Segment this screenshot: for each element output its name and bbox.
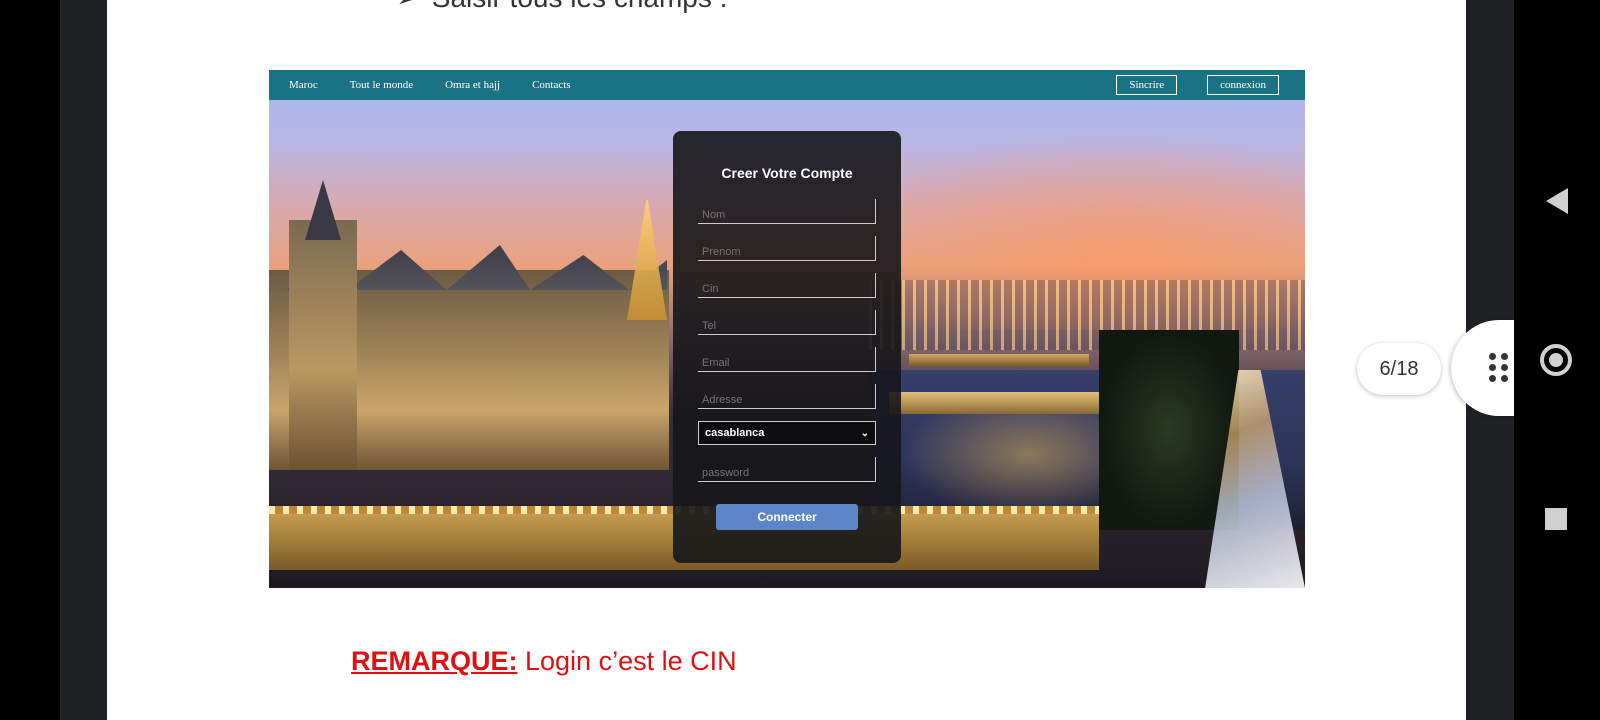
navbar-actions: Sincrire connexion <box>1116 75 1279 95</box>
remark-label: REMARQUE: <box>351 646 518 676</box>
cin-field[interactable] <box>698 273 876 298</box>
nav-link-tout-le-monde[interactable]: Tout le monde <box>350 79 413 91</box>
city-select-value: casablanca <box>705 427 765 439</box>
website-screenshot: Maroc Tout le monde Omra et hajj Contact… <box>269 70 1305 588</box>
drag-grip-icon <box>1489 353 1509 383</box>
adresse-field[interactable] <box>698 384 876 409</box>
nav-link-omra-hajj[interactable]: Omra et hajj <box>445 79 500 91</box>
document-page: ➢ Saisir tous les champs : Maroc Tout le … <box>107 0 1466 720</box>
city-select[interactable]: casablanca ⌄ <box>698 421 876 445</box>
recent-apps-icon[interactable] <box>1545 508 1567 530</box>
device-bezel-left <box>0 0 60 720</box>
signup-button[interactable]: Sincrire <box>1116 75 1178 95</box>
viewer-gutter-left <box>60 0 107 720</box>
remark-text: Login c’est le CIN <box>517 646 737 676</box>
back-icon[interactable] <box>1546 188 1568 214</box>
remark-note: REMARQUE: Login c’est le CIN <box>351 646 737 677</box>
connect-button[interactable]: Connecter <box>716 504 858 530</box>
nav-link-maroc[interactable]: Maroc <box>289 79 318 91</box>
password-field[interactable] <box>698 457 876 482</box>
bullet-text: Saisir tous les champs : <box>432 0 728 13</box>
nav-link-contacts[interactable]: Contacts <box>532 79 571 91</box>
login-button[interactable]: connexion <box>1207 75 1279 95</box>
page-indicator: 6/18 <box>1357 343 1441 395</box>
bullet-arrow-icon: ➢ <box>397 0 414 12</box>
tel-field[interactable] <box>698 310 876 335</box>
bullet-line: ➢ Saisir tous les champs : <box>397 0 727 14</box>
email-field[interactable] <box>698 347 876 372</box>
chevron-down-icon: ⌄ <box>860 427 869 439</box>
home-icon[interactable] <box>1540 344 1572 376</box>
signup-form: Creer Votre Compte casablanca ⌄ Connecte… <box>673 131 901 563</box>
prenom-field[interactable] <box>698 236 876 261</box>
site-navbar: Maroc Tout le monde Omra et hajj Contact… <box>269 70 1305 100</box>
nom-field[interactable] <box>698 199 876 224</box>
form-title: Creer Votre Compte <box>721 165 853 181</box>
